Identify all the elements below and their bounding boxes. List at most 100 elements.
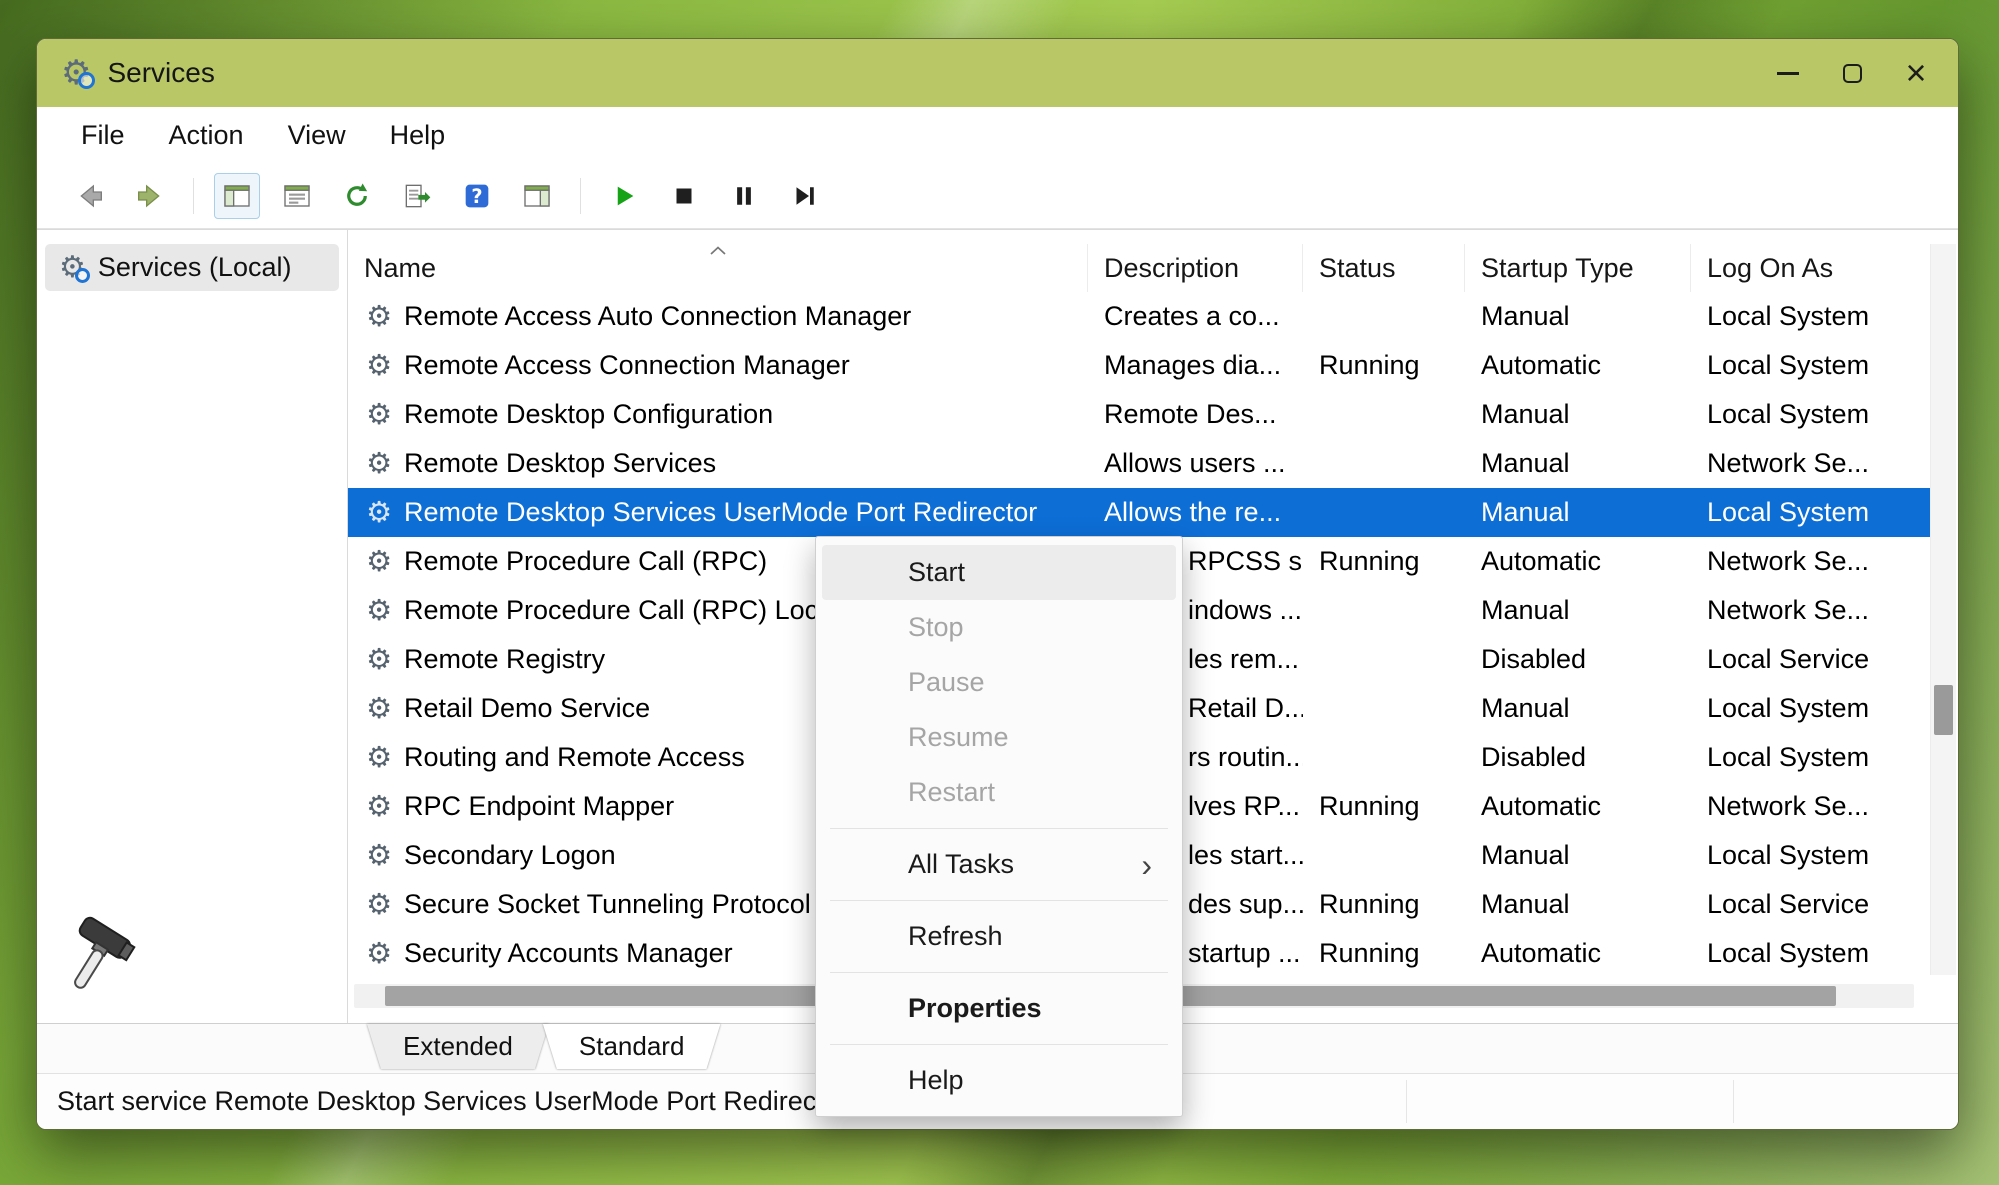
restart-service-button[interactable] (781, 173, 827, 219)
forward-button[interactable] (127, 173, 173, 219)
vertical-scrollbar-thumb[interactable] (1934, 685, 1953, 735)
help-icon: ? (461, 180, 493, 212)
column-header-name[interactable]: Name (348, 244, 1088, 292)
refresh-button[interactable] (334, 173, 380, 219)
stop-service-button[interactable] (661, 173, 707, 219)
context-menu-item-resume: Resume (822, 710, 1176, 765)
context-menu-item-label: Stop (908, 612, 964, 643)
context-menu-item-start[interactable]: Start (822, 545, 1176, 600)
service-gear-icon: ⚙ (366, 841, 392, 870)
service-logon-cell: Local System (1691, 488, 1930, 537)
service-logon-cell: Local System (1691, 831, 1930, 880)
back-button[interactable] (67, 173, 113, 219)
toolbar-separator (580, 178, 581, 214)
service-startup-type-cell: Manual (1465, 439, 1691, 488)
console-tree-icon (221, 180, 253, 212)
service-name-label: Remote Desktop Services UserMode Port Re… (404, 497, 1037, 528)
context-menu-item-properties[interactable]: Properties (822, 981, 1176, 1036)
column-header-desc[interactable]: Description (1088, 244, 1303, 292)
context-menu-item-label: Pause (908, 667, 985, 698)
sidebar: ⚙ Services (Local) (37, 230, 348, 1023)
service-name-cell: ⚙Remote Desktop Services (348, 439, 1088, 488)
table-row[interactable]: ⚙Remote Desktop Services UserMode Port R… (348, 488, 1930, 537)
service-startup-type-cell: Automatic (1465, 341, 1691, 390)
menubar-item-file[interactable]: File (59, 112, 147, 159)
service-description-cell: Creates a co... (1088, 292, 1303, 341)
export-list-button[interactable] (394, 173, 440, 219)
service-startup-type-cell: Manual (1465, 390, 1691, 439)
submenu-chevron-icon: › (1141, 849, 1152, 881)
service-status-cell (1303, 586, 1465, 635)
service-logon-cell: Local System (1691, 929, 1930, 978)
table-row[interactable]: ⚙Remote Desktop ServicesAllows users ...… (348, 439, 1930, 488)
properties-toolbar-button[interactable] (274, 173, 320, 219)
service-name-label: Security Accounts Manager (404, 938, 733, 969)
status-bar-divider (1406, 1080, 1407, 1123)
context-menu-item-label: Resume (908, 722, 1009, 753)
help-button[interactable]: ? (454, 173, 500, 219)
context-menu-item-label: Start (908, 557, 965, 588)
service-name-label: Remote Procedure Call (RPC) (404, 546, 767, 577)
table-row[interactable]: ⚙Remote Access Connection ManagerManages… (348, 341, 1930, 390)
service-startup-type-cell: Automatic (1465, 929, 1691, 978)
column-header-status[interactable]: Status (1303, 244, 1465, 292)
service-logon-cell: Local System (1691, 684, 1930, 733)
toolbar-separator (193, 178, 194, 214)
menubar-item-action[interactable]: Action (147, 112, 266, 159)
service-name-cell: ⚙Remote Access Connection Manager (348, 341, 1088, 390)
context-menu: StartStopPauseResumeRestartAll Tasks›Ref… (815, 536, 1183, 1117)
refresh-icon (341, 180, 373, 212)
show-console-tree-button[interactable] (214, 173, 260, 219)
sidebar-item-label: Services (Local) (98, 252, 292, 283)
service-startup-type-cell: Manual (1465, 488, 1691, 537)
close-button[interactable]: × (1884, 47, 1948, 99)
column-header-startup[interactable]: Startup Type (1465, 244, 1691, 292)
service-startup-type-cell: Manual (1465, 831, 1691, 880)
menubar-item-help[interactable]: Help (368, 112, 468, 159)
service-logon-cell: Local Service (1691, 880, 1930, 929)
service-startup-type-cell: Manual (1465, 292, 1691, 341)
table-row[interactable]: ⚙Remote Desktop ConfigurationRemote Des.… (348, 390, 1930, 439)
service-status-cell: Running (1303, 880, 1465, 929)
export-list-icon (401, 180, 433, 212)
service-gear-icon: ⚙ (366, 694, 392, 723)
column-header-logon[interactable]: Log On As (1691, 244, 1930, 292)
title-bar[interactable]: ⚙ Services × (37, 39, 1958, 107)
service-status-cell (1303, 439, 1465, 488)
column-header-label: Status (1319, 253, 1396, 284)
start-service-button[interactable] (601, 173, 647, 219)
list-header: NameDescription Status Startup TypeLog On … (348, 244, 1930, 292)
action-pane-button[interactable] (514, 173, 560, 219)
service-name-cell: ⚙Remote Access Auto Connection Manager (348, 292, 1088, 341)
service-gear-icon: ⚙ (366, 449, 392, 478)
minimize-icon (1777, 72, 1799, 75)
service-name-label: Secondary Logon (404, 840, 616, 871)
context-menu-item-refresh[interactable]: Refresh (822, 909, 1176, 964)
service-gear-icon: ⚙ (366, 890, 392, 919)
minimize-button[interactable] (1756, 47, 1820, 99)
maximize-button[interactable] (1820, 47, 1884, 99)
window-controls: × (1756, 47, 1948, 99)
hammer-cursor-icon (53, 911, 149, 1007)
service-description-cell: Manages dia... (1088, 341, 1303, 390)
service-name-label: Remote Desktop Configuration (404, 399, 773, 430)
service-status-cell: Running (1303, 537, 1465, 586)
context-menu-item-help[interactable]: Help (822, 1053, 1176, 1108)
window-title: Services (107, 57, 214, 89)
context-menu-item-label: Help (908, 1065, 964, 1096)
tab-label: Extended (367, 1024, 549, 1069)
context-menu-item-label: Refresh (908, 921, 1003, 952)
context-menu-item-label: All Tasks (908, 849, 1014, 880)
vertical-scrollbar[interactable] (1930, 244, 1956, 975)
menubar-item-view[interactable]: View (266, 112, 368, 159)
context-menu-item-all-tasks[interactable]: All Tasks › (822, 837, 1176, 892)
tab-extended[interactable]: Extended (367, 1024, 549, 1069)
service-logon-cell: Local System (1691, 341, 1930, 390)
back-arrow-icon (74, 180, 106, 212)
service-startup-type-cell: Disabled (1465, 635, 1691, 684)
tab-standard[interactable]: Standard (543, 1024, 721, 1069)
sidebar-item-services-local[interactable]: ⚙ Services (Local) (45, 244, 339, 291)
pause-service-button[interactable] (721, 173, 767, 219)
table-row[interactable]: ⚙Remote Access Auto Connection ManagerCr… (348, 292, 1930, 341)
service-name-label: RPC Endpoint Mapper (404, 791, 674, 822)
